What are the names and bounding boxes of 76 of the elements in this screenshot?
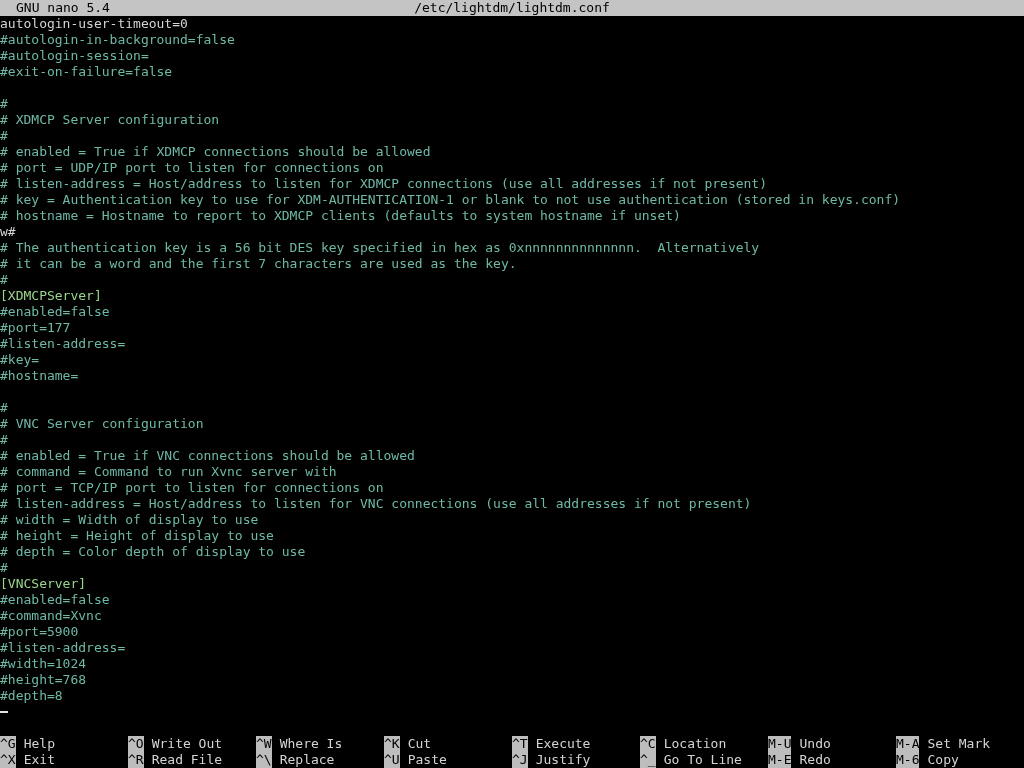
section-header: [XDMCPServer] — [0, 288, 102, 303]
comment-line: # command = Command to run Xvnc server with — [0, 464, 337, 479]
shortcut-key: ^G — [0, 736, 16, 752]
shortcut-key: M-A — [896, 736, 920, 752]
comment-line: #command=Xvnc — [0, 608, 102, 623]
comment-line: #listen-address= — [0, 640, 126, 655]
comment-line: # — [0, 400, 8, 415]
comment-line: #autologin-in-background=false — [0, 32, 235, 47]
comment-line: # — [0, 128, 8, 143]
shortcut-key: ^\ — [256, 752, 272, 768]
shortcut-key: M-U — [768, 736, 792, 752]
comment-line: # key = Authentication key to use for XDM-AUTHENTICATION-1 or blank to not use authentication (stored in keys.conf) — [0, 192, 901, 207]
shortcut-key: ^R — [128, 752, 144, 768]
comment-line: # listen-address = Host/address to listen for VNC connections (use all addresses if not present) — [0, 496, 752, 511]
shortcut-label: Where Is — [279, 736, 343, 752]
comment-line: #width=1024 — [0, 656, 87, 671]
comment-line: # — [0, 560, 8, 575]
shortcut-label: Justify — [535, 752, 591, 768]
comment-line: # width = Width of display to use — [0, 512, 259, 527]
shortcut-label: Exit — [23, 752, 55, 768]
comment-line: # XDMCP Server configuration — [0, 112, 220, 127]
comment-line: #enabled=false — [0, 304, 110, 319]
comment-line: # enabled = True if XDMCP connections should be allowed — [0, 144, 431, 159]
comment-line: # — [0, 96, 8, 111]
code-line: autologin-user-timeout=0 — [0, 16, 188, 31]
comment-line: # — [0, 272, 8, 287]
shortcut-label: Go To Line — [663, 752, 742, 768]
comment-line: #port=177 — [0, 320, 71, 335]
shortcut-key: ^C — [640, 736, 656, 752]
shortcut-key: M-E — [768, 752, 792, 768]
shortcut-key: ^X — [0, 752, 16, 768]
comment-line: # port = TCP/IP port to listen for connections on — [0, 480, 384, 495]
comment-line: # hostname = Hostname to report to XDMCP clients (defaults to system hostname if unset) — [0, 208, 681, 223]
comment-line: #listen-address= — [0, 336, 126, 351]
comment-line: #height=768 — [0, 672, 87, 687]
shortcut-key: M-6 — [896, 752, 920, 768]
shortcut-label: Paste — [407, 752, 447, 768]
shortcut-key: ^O — [128, 736, 144, 752]
app-version: GNU nano 5.4 — [15, 0, 110, 16]
cursor-icon — [0, 711, 8, 713]
shortcut-label: Help — [23, 736, 55, 752]
shortcut-label: Undo — [799, 736, 831, 752]
comment-line: #depth=8 — [0, 688, 63, 703]
comment-line: # — [0, 432, 8, 447]
shortcut-label: Cut — [407, 736, 432, 752]
file-path: /etc/lightdm/lightdm.conf — [414, 0, 610, 15]
shortcut-label: Redo — [799, 752, 831, 768]
shortcut-label: Replace — [279, 752, 335, 768]
shortcut-key: ^J — [512, 752, 528, 768]
comment-line: #hostname= — [0, 368, 79, 383]
shortcut-label: Execute — [535, 736, 591, 752]
shortcut-key: ^_ — [640, 752, 656, 768]
comment-line: #port=5900 — [0, 624, 79, 639]
comment-line: # The authentication key is a 56 bit DES key specified in hex as 0xnnnnnnnnnnnnnn. Alternatively — [0, 240, 760, 255]
comment-line: #exit-on-failure=false — [0, 64, 173, 79]
comment-line: #enabled=false — [0, 592, 110, 607]
shortcut-key: ^U — [384, 752, 400, 768]
comment-line: # height = Height of display to use — [0, 528, 274, 543]
comment-line: # VNC Server configuration — [0, 416, 204, 431]
comment-line: # depth = Color depth of display to use — [0, 544, 306, 559]
comment-line: # port = UDP/IP port to listen for connections on — [0, 160, 384, 175]
shortcut-key: ^T — [512, 736, 528, 752]
shortcut-label: Location — [663, 736, 727, 752]
comment-line: # it can be a word and the first 7 characters are used as the key. — [0, 256, 517, 271]
section-header: [VNCServer] — [0, 576, 87, 591]
comment-line: # listen-address = Host/address to listen for XDMCP connections (use all addresses if not present) — [0, 176, 767, 191]
shortcut-label: Copy — [927, 752, 959, 768]
shortcut-label: Set Mark — [927, 736, 991, 752]
shortcut-key: ^K — [384, 736, 400, 752]
shortcut-label: Write Out — [151, 736, 223, 752]
code-line: w# — [0, 224, 16, 239]
shortcut-label: Read File — [151, 752, 223, 768]
shortcut-key: ^W — [256, 736, 272, 752]
comment-line: #key= — [0, 352, 40, 367]
comment-line: #autologin-session= — [0, 48, 149, 63]
comment-line: # enabled = True if VNC connections should be allowed — [0, 448, 415, 463]
